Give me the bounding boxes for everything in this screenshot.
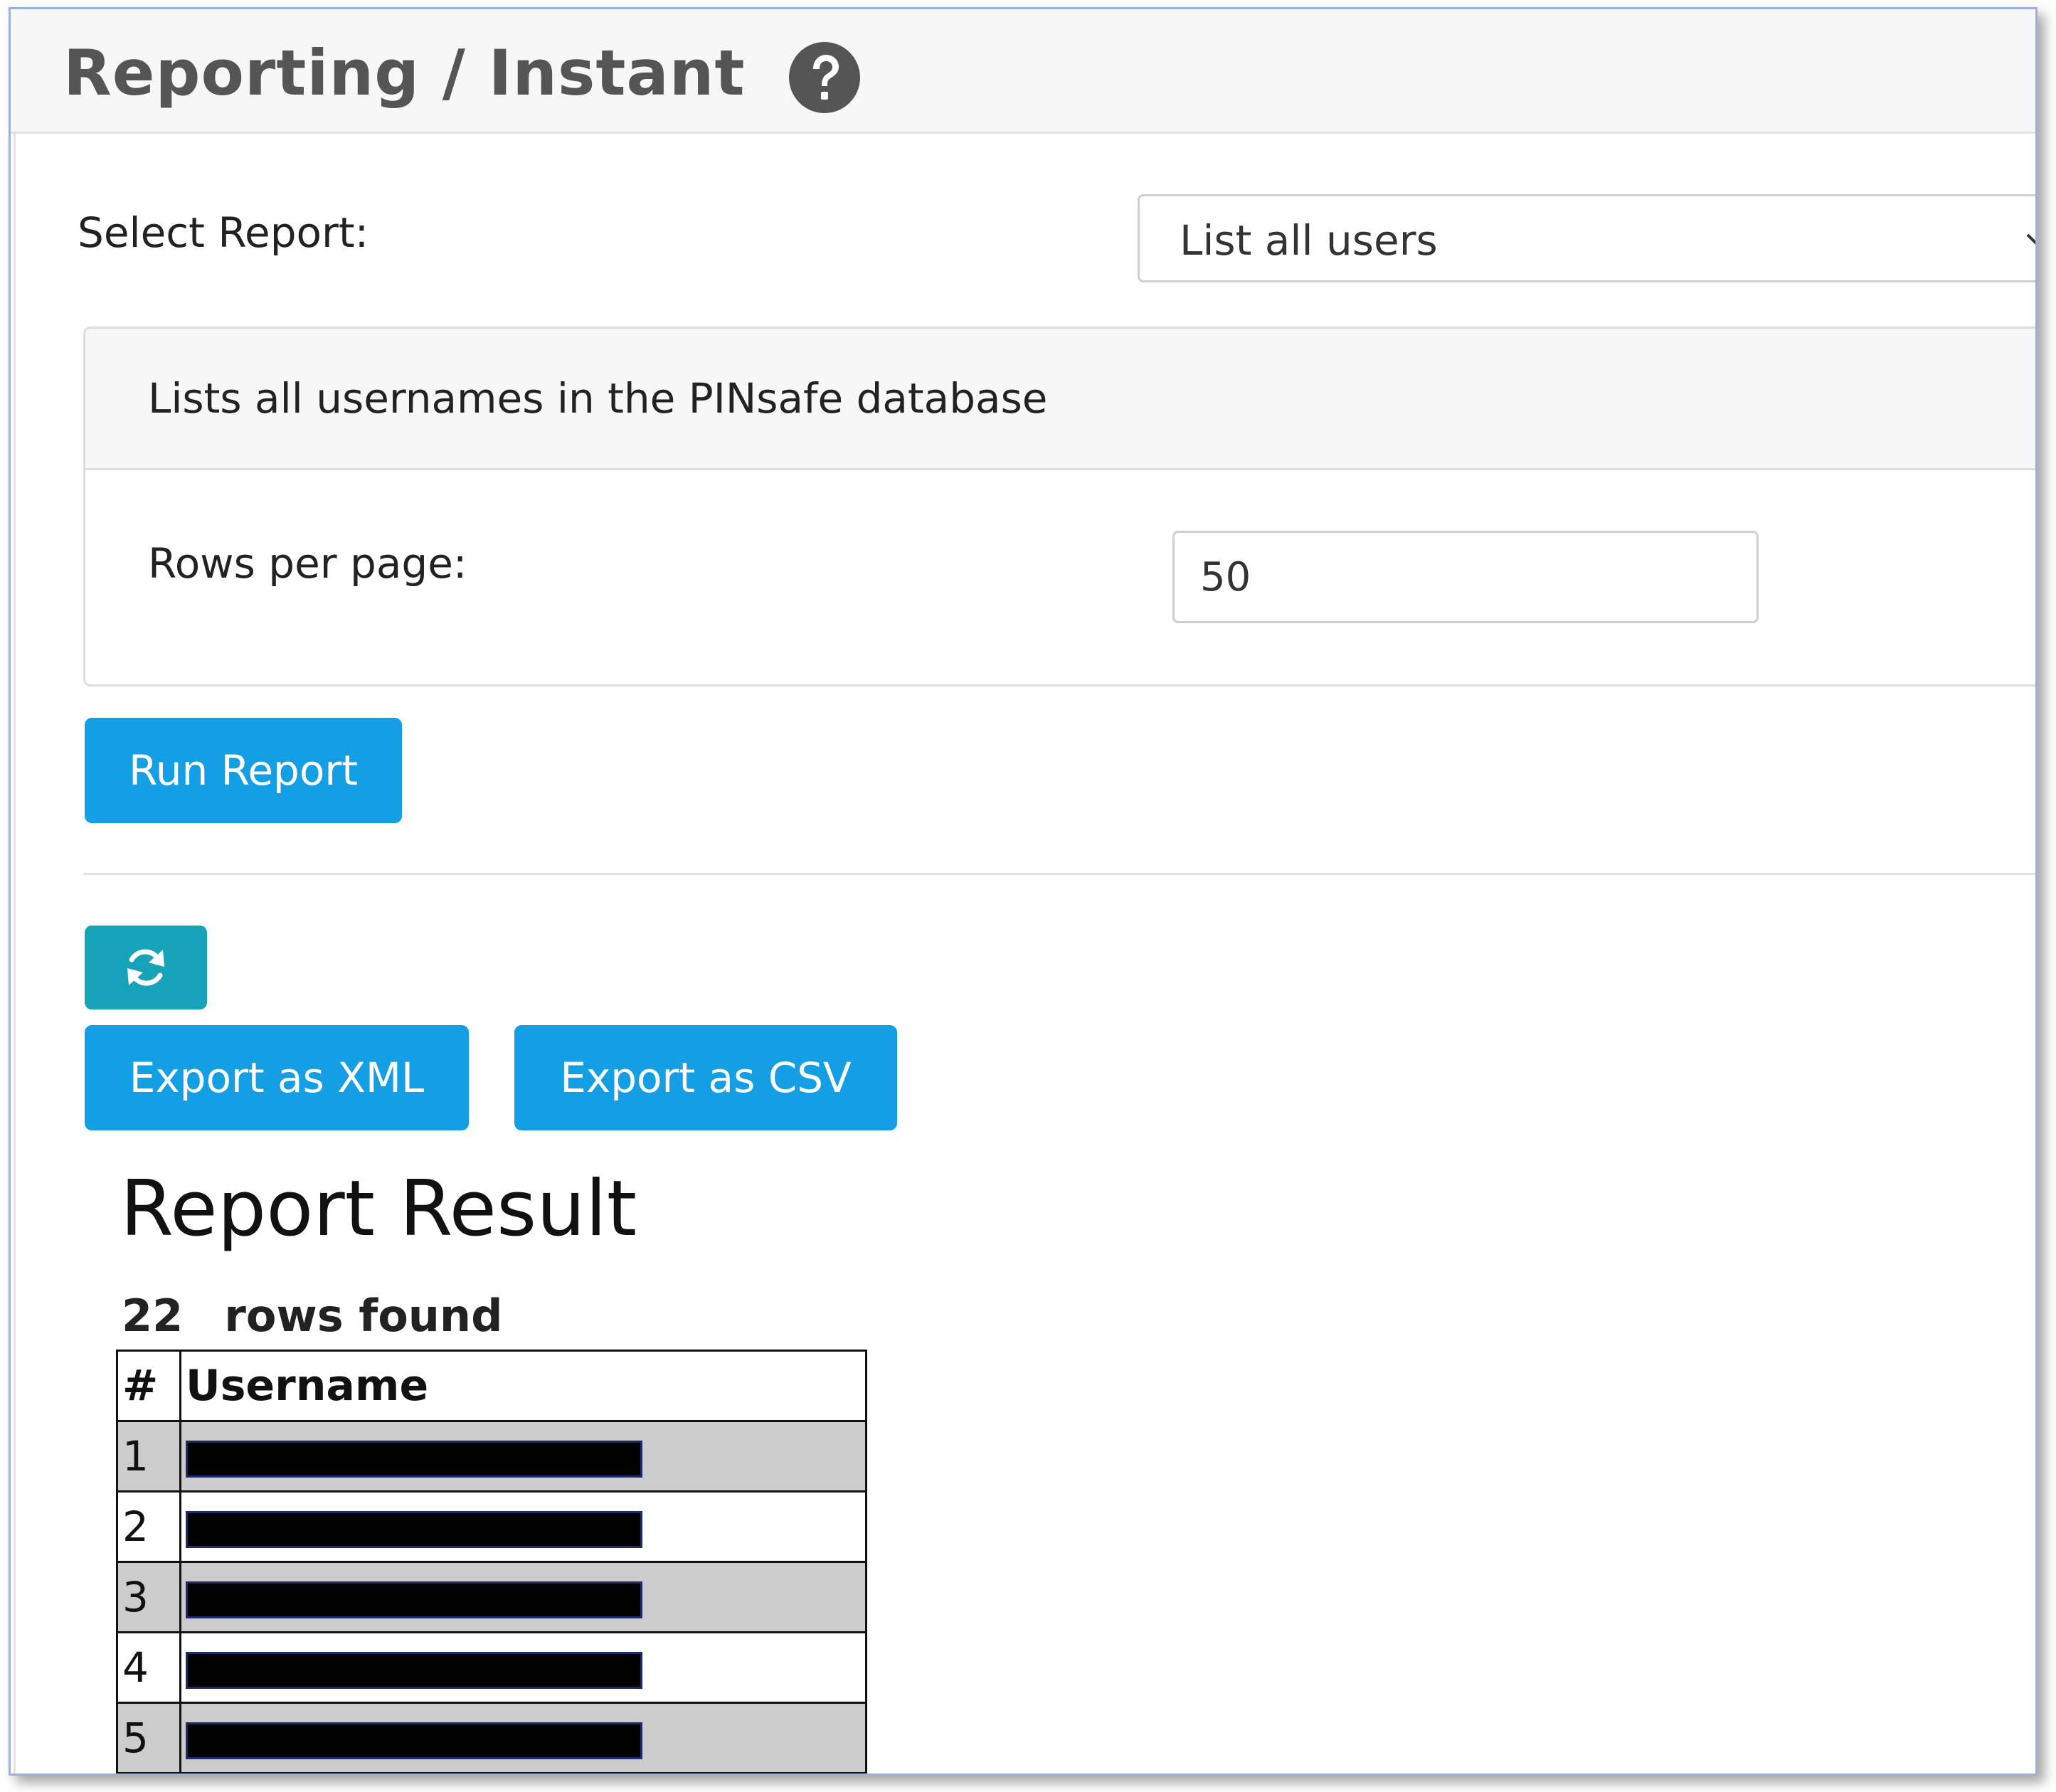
table-row: 4 bbox=[116, 1631, 867, 1704]
app-window: Reporting / Instant Select Report: List … bbox=[9, 7, 2038, 1776]
chevron-down-icon bbox=[2026, 233, 2035, 245]
export-xml-button[interactable]: Export as XML bbox=[85, 1025, 469, 1130]
table-row: 2 bbox=[116, 1490, 867, 1563]
section-divider bbox=[83, 873, 2035, 875]
redacted-username bbox=[186, 1440, 642, 1478]
column-header-username: Username bbox=[179, 1350, 867, 1422]
page-title: Reporting / Instant bbox=[63, 36, 746, 110]
report-description: Lists all usernames in the PINsafe datab… bbox=[148, 374, 1048, 423]
row-number: 2 bbox=[116, 1490, 181, 1563]
rows-per-page-input[interactable] bbox=[1172, 531, 1759, 623]
refresh-button[interactable] bbox=[85, 926, 207, 1009]
redacted-username bbox=[186, 1510, 642, 1548]
table-row: 1 bbox=[116, 1420, 867, 1493]
report-options-panel: Lists all usernames in the PINsafe datab… bbox=[83, 327, 2035, 686]
page-header: Reporting / Instant bbox=[11, 9, 2035, 134]
redacted-username bbox=[186, 1722, 642, 1759]
column-header-number: # bbox=[116, 1350, 181, 1422]
rows-found-label: rows found bbox=[224, 1290, 503, 1342]
refresh-icon bbox=[127, 949, 164, 986]
row-number: 1 bbox=[116, 1420, 181, 1493]
rows-found-summary: 22 rows found bbox=[122, 1290, 502, 1342]
report-description-header: Lists all usernames in the PINsafe datab… bbox=[85, 329, 2035, 470]
run-report-button[interactable]: Run Report bbox=[85, 718, 402, 823]
username-cell bbox=[179, 1702, 867, 1774]
table-row: 5 bbox=[116, 1702, 867, 1774]
question-circle-icon[interactable] bbox=[788, 41, 862, 115]
select-report-label: Select Report: bbox=[78, 208, 369, 257]
row-number: 5 bbox=[116, 1702, 181, 1774]
username-cell bbox=[179, 1561, 867, 1633]
table-row: 3 bbox=[116, 1561, 867, 1633]
export-csv-button[interactable]: Export as CSV bbox=[514, 1025, 897, 1130]
rows-per-page-label: Rows per page: bbox=[148, 539, 467, 588]
report-select[interactable]: List all users bbox=[1138, 194, 2035, 282]
username-cell bbox=[179, 1420, 867, 1493]
row-number: 3 bbox=[116, 1561, 181, 1633]
row-number: 4 bbox=[116, 1631, 181, 1704]
redacted-username bbox=[186, 1651, 642, 1689]
rows-found-count: 22 bbox=[122, 1290, 184, 1342]
report-result-title: Report Result bbox=[120, 1165, 637, 1253]
redacted-username bbox=[186, 1581, 642, 1618]
report-result-table: # Username 1 2 3 4 5 bbox=[116, 1350, 867, 1774]
report-select-value: List all users bbox=[1180, 216, 1438, 265]
username-cell bbox=[179, 1490, 867, 1563]
table-header-row: # Username bbox=[116, 1350, 867, 1422]
username-cell bbox=[179, 1631, 867, 1704]
